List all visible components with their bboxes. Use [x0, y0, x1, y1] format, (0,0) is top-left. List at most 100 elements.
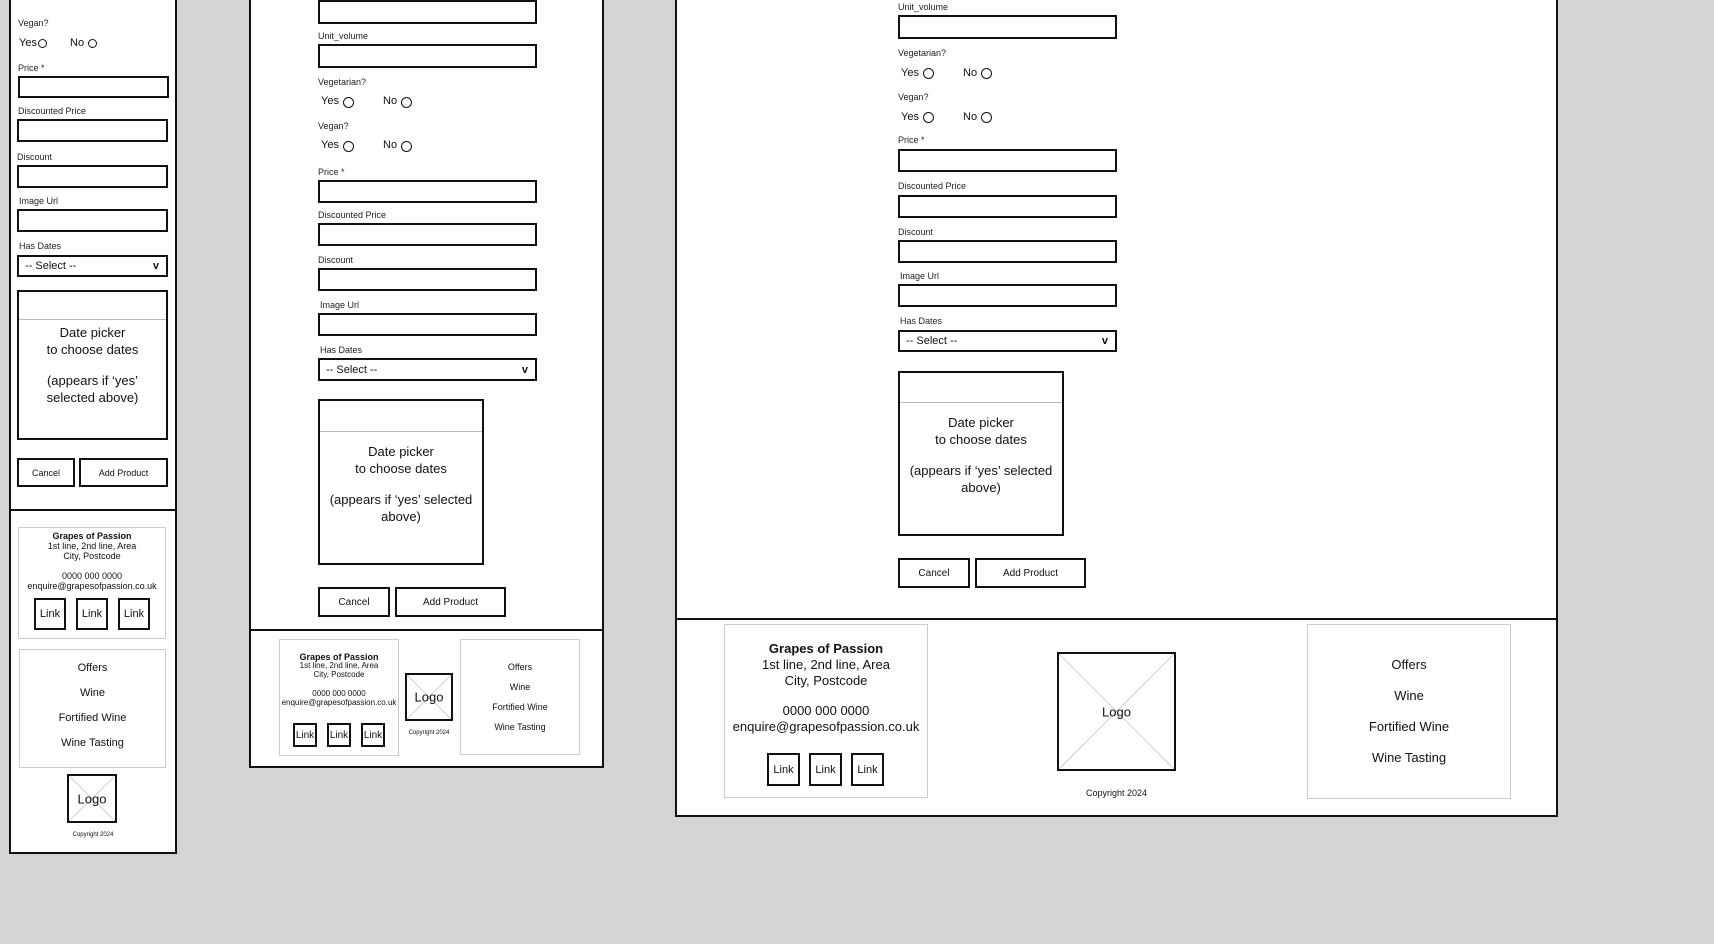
unit-volume-label: Unit_volume: [318, 31, 369, 41]
image-url-input[interactable]: [318, 313, 537, 336]
vegetarian-no-radio[interactable]: [981, 68, 992, 79]
footer-link-3[interactable]: Link: [361, 723, 385, 747]
email: enquire@grapesofpassion.co.uk: [732, 719, 920, 734]
image-url-label: Image Url: [320, 300, 360, 310]
price-input[interactable]: [318, 180, 537, 203]
nav-wine[interactable]: Wine: [461, 682, 579, 692]
company-name: Grapes of Passion: [768, 641, 884, 656]
discount-label: Discount: [17, 152, 53, 162]
nav-wine[interactable]: Wine: [1308, 688, 1510, 703]
image-url-label: Image Url: [19, 196, 59, 206]
logo-placeholder-icon: Logo: [67, 774, 117, 823]
email: enquire@grapesofpassion.co.uk: [27, 581, 157, 591]
address-line-1: 1st line, 2nd line, Area: [762, 657, 890, 672]
nav-fortified-wine[interactable]: Fortified Wine: [1308, 719, 1510, 734]
nav-offers[interactable]: Offers: [1308, 657, 1510, 672]
footer-link-3[interactable]: Link: [118, 598, 150, 630]
nav-offers[interactable]: Offers: [461, 662, 579, 672]
date-picker[interactable]: Date picker to choose dates (appears if …: [17, 290, 168, 440]
vegan-yes-label: Yes: [901, 111, 919, 123]
footer-link-1[interactable]: Link: [293, 723, 317, 747]
date-picker[interactable]: Date picker to choose dates (appears if …: [318, 399, 484, 565]
discounted-price-input[interactable]: [898, 195, 1117, 218]
unit-volume-input[interactable]: [318, 44, 537, 68]
date-picker-text: Date picker to choose dates (appears if …: [46, 325, 139, 405]
vegan-no-label: No: [383, 139, 398, 151]
vegetarian-no-label: No: [963, 67, 978, 79]
vegetarian-no-label: No: [383, 95, 398, 107]
discounted-price-input[interactable]: [17, 119, 168, 142]
footer-link-1[interactable]: Link: [34, 598, 66, 630]
address-line-1: 1st line, 2nd line, Area: [299, 661, 379, 670]
has-dates-select[interactable]: -- Select -- v: [898, 330, 1117, 352]
has-dates-label: Has Dates: [320, 345, 363, 355]
cancel-button[interactable]: Cancel: [17, 458, 75, 487]
price-label: Price *: [898, 135, 925, 145]
logo-text: Logo: [414, 689, 444, 705]
company-name: Grapes of Passion: [52, 531, 132, 541]
cancel-button[interactable]: Cancel: [898, 558, 970, 588]
vegan-yes-label: Yes: [321, 139, 339, 151]
vegan-yes-label: Yes: [19, 37, 37, 49]
address-line-2: City, Postcode: [63, 551, 121, 561]
vegan-no-radio[interactable]: [981, 112, 992, 123]
date-picker[interactable]: Date picker to choose dates (appears if …: [898, 371, 1064, 536]
discounted-price-input[interactable]: [318, 223, 537, 246]
add-product-button[interactable]: Add Product: [975, 558, 1086, 588]
footer-link-1[interactable]: Link: [767, 753, 800, 786]
price-input[interactable]: [898, 149, 1117, 172]
unit-volume-input[interactable]: [898, 15, 1117, 39]
chevron-down-icon: v: [1101, 335, 1108, 347]
image-url-input[interactable]: [17, 209, 168, 232]
logo-placeholder-icon: Logo: [1057, 652, 1176, 771]
discount-input[interactable]: [17, 165, 168, 188]
has-dates-select-value: -- Select --: [326, 363, 378, 376]
price-input[interactable]: [18, 76, 169, 98]
has-dates-label: Has Dates: [900, 316, 943, 326]
date-picker-header: [900, 373, 1062, 403]
vegetarian-yes-radio[interactable]: [343, 97, 354, 108]
footer-divider: [251, 629, 602, 631]
image-url-input[interactable]: [898, 284, 1117, 307]
nav-fortified-wine[interactable]: Fortified Wine: [461, 702, 579, 712]
vegetarian-yes-radio[interactable]: [923, 68, 934, 79]
cancel-button[interactable]: Cancel: [318, 587, 390, 617]
date-picker-text: Date picker to choose dates (appears if …: [909, 415, 1053, 495]
add-product-button[interactable]: Add Product: [79, 458, 168, 487]
add-product-button[interactable]: Add Product: [395, 587, 506, 617]
unit-volume-label: Unit_volume: [898, 2, 949, 12]
previous-input[interactable]: [318, 0, 537, 24]
vegan-no-radio[interactable]: [88, 39, 97, 48]
footer-link-2[interactable]: Link: [327, 723, 351, 747]
discounted-price-label: Discounted Price: [898, 181, 967, 191]
has-dates-select[interactable]: -- Select -- v: [318, 358, 537, 381]
chevron-down-icon: v: [521, 363, 528, 376]
logo-text: Logo: [77, 791, 107, 806]
vegetarian-no-radio[interactable]: [401, 97, 412, 108]
copyright: Copyright 2024: [72, 832, 114, 838]
copyright: Copyright 2024: [408, 730, 450, 736]
footer-link-3[interactable]: Link: [851, 753, 884, 786]
nav-offers[interactable]: Offers: [20, 662, 165, 674]
discount-input[interactable]: [318, 268, 537, 291]
discounted-price-label: Discounted Price: [318, 210, 387, 220]
vegan-yes-radio[interactable]: [343, 141, 354, 152]
nav-wine-tasting[interactable]: Wine Tasting: [1308, 750, 1510, 765]
nav-wine-tasting[interactable]: Wine Tasting: [20, 737, 165, 749]
discount-input[interactable]: [898, 240, 1117, 263]
price-label: Price *: [318, 167, 345, 177]
footer-link-2[interactable]: Link: [76, 598, 108, 630]
vegan-no-radio[interactable]: [401, 141, 412, 152]
nav-wine-tasting[interactable]: Wine Tasting: [461, 722, 579, 732]
discount-label: Discount: [898, 227, 934, 237]
has-dates-select[interactable]: -- Select -- v: [17, 255, 168, 277]
date-picker-header: [19, 292, 166, 320]
vegan-no-label: No: [963, 111, 978, 123]
vegetarian-yes-label: Yes: [321, 95, 339, 107]
vegan-yes-radio[interactable]: [923, 112, 934, 123]
nav-fortified-wine[interactable]: Fortified Wine: [20, 712, 165, 724]
nav-wine[interactable]: Wine: [20, 687, 165, 699]
footer-link-2[interactable]: Link: [809, 753, 842, 786]
footer-nav-box: Offers Wine Fortified Wine Wine Tasting: [19, 649, 166, 768]
vegan-yes-radio[interactable]: [38, 39, 47, 48]
